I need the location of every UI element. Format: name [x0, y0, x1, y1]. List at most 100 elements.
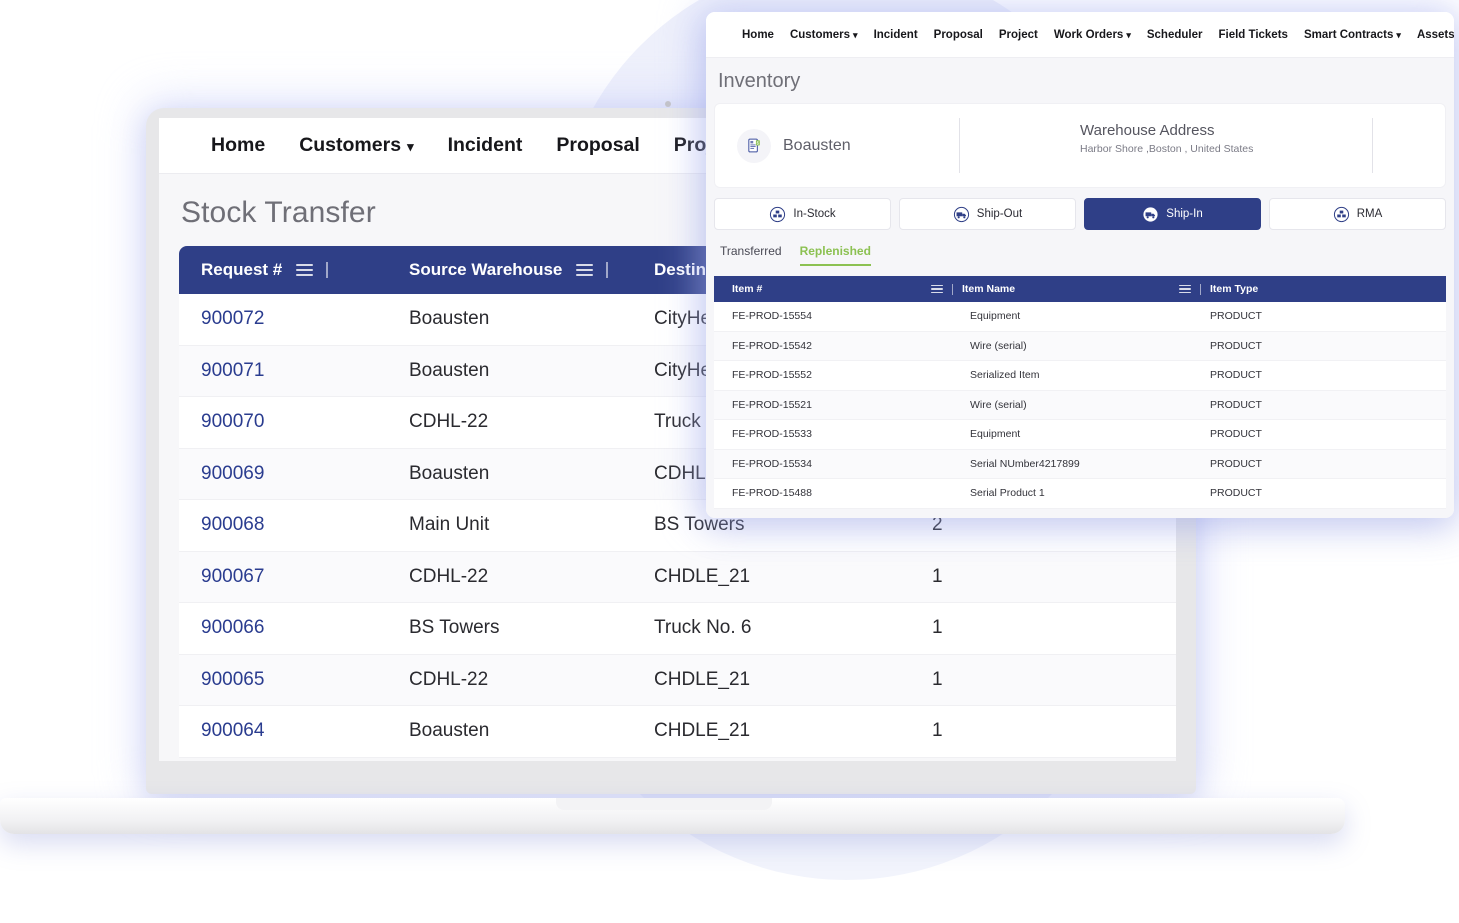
- tab-ship-out-label: Ship-Out: [976, 208, 1023, 220]
- col-header-item-type[interactable]: Item Type: [1210, 283, 1410, 295]
- bg-nav-label-1: Customers: [299, 134, 402, 156]
- col-header-source[interactable]: Source Warehouse: [409, 260, 654, 280]
- cell-item-name: Serial Product 1: [970, 487, 1045, 500]
- bg-nav-item-2[interactable]: Incident: [448, 134, 523, 157]
- cell-request[interactable]: 900065: [179, 669, 409, 691]
- inventory-tab-bar: In-Stock Ship-Out Ship-In RMA: [714, 198, 1446, 230]
- cell-request[interactable]: 900066: [179, 617, 409, 639]
- bg-nav-item-1[interactable]: Customers ▾: [299, 134, 413, 157]
- cell-source: Boausten: [409, 359, 490, 381]
- ov-nav-label-4: Project: [998, 28, 1038, 41]
- chevron-down-icon: ▾: [853, 30, 858, 40]
- cell-item-name: Wire (serial): [970, 398, 1027, 411]
- cell-source: Boausten: [409, 720, 490, 742]
- ov-nav-item-smart-contracts[interactable]: Smart Contracts ▾: [1304, 29, 1401, 41]
- column-menu-icon[interactable]: [296, 264, 314, 276]
- table-row[interactable]: FE-PROD-15488 Serial Product 1 PRODUCT: [714, 479, 1446, 509]
- tab-rma-label: RMA: [1356, 208, 1383, 220]
- cell-quantity: 1: [932, 668, 943, 690]
- tab-in-stock[interactable]: In-Stock: [714, 198, 891, 230]
- cell-quantity: 1: [932, 617, 943, 639]
- table-row[interactable]: FE-PROD-15554 Equipment PRODUCT: [714, 302, 1446, 332]
- warehouse-address-value: Harbor Shore ,Boston , United States: [1080, 143, 1254, 155]
- ov-nav-label-9: Assets: [1416, 28, 1454, 41]
- table-row[interactable]: 900066 BS Towers Truck No. 6 1: [179, 603, 1176, 655]
- col-header-item-name-label: Item Name: [962, 283, 1016, 295]
- ov-nav-item-scheduler[interactable]: Scheduler: [1147, 29, 1203, 41]
- cell-source: Boausten: [409, 462, 490, 484]
- ov-nav-item-proposal[interactable]: Proposal: [934, 29, 983, 41]
- col-header-item-type-label: Item Type: [1210, 283, 1259, 295]
- column-menu-icon[interactable]: [576, 264, 594, 276]
- table-row[interactable]: FE-PROD-15521 Wire (serial) PRODUCT: [714, 390, 1446, 420]
- bg-nav-label-3: Proposal: [556, 134, 640, 156]
- cell-item-type: PRODUCT: [1210, 398, 1262, 411]
- warehouse-address-block: Warehouse Address Harbor Shore ,Boston ,…: [960, 104, 1372, 187]
- cell-source: CDHL-22: [409, 411, 489, 433]
- cell-item-no: FE-PROD-15534: [732, 457, 812, 470]
- table-row[interactable]: FE-PROD-15552 Serialized Item PRODUCT: [714, 361, 1446, 391]
- ov-nav-item-incident[interactable]: Incident: [874, 29, 918, 41]
- ov-nav-item-work-orders[interactable]: Work Orders ▾: [1054, 29, 1131, 41]
- cell-request[interactable]: 900068: [179, 514, 409, 536]
- inventory-table-header: Item # Item Name Item Type: [714, 276, 1446, 302]
- ov-nav-label-6: Scheduler: [1146, 28, 1203, 41]
- sub-tab-replenished[interactable]: Replenished: [799, 244, 871, 266]
- column-menu-icon[interactable]: [1178, 285, 1191, 293]
- cell-request[interactable]: 900069: [179, 463, 409, 485]
- cell-quantity: 1: [932, 565, 943, 587]
- ov-nav-item-home[interactable]: Home: [742, 29, 774, 41]
- col-header-item-no[interactable]: Item #: [714, 283, 962, 295]
- ov-nav-item-assets[interactable]: Assets ▾: [1417, 29, 1454, 41]
- ov-nav-label-0: Home: [742, 28, 774, 41]
- cell-quantity: 1: [932, 720, 943, 742]
- inventory-items-table: Item # Item Name Item Type FE-PROD-15554: [714, 276, 1446, 509]
- sub-tab-transferred[interactable]: Transferred: [720, 244, 782, 266]
- chevron-down-icon: ▾: [407, 138, 414, 154]
- table-row[interactable]: FE-PROD-15533 Equipment PRODUCT: [714, 420, 1446, 450]
- table-row[interactable]: 900067 CDHL-22 CHDLE_21 1: [179, 551, 1176, 603]
- chevron-down-icon: ▾: [1396, 30, 1401, 40]
- tab-ship-in[interactable]: Ship-In: [1084, 198, 1261, 230]
- cell-request[interactable]: 900067: [179, 566, 409, 588]
- overlay-page-title: Inventory: [718, 70, 801, 92]
- col-header-item-name[interactable]: Item Name: [962, 283, 1210, 295]
- overlay-navbar: Home Customers ▾ Incident Proposal Proje…: [706, 12, 1454, 58]
- cell-item-no: FE-PROD-15542: [732, 339, 812, 352]
- warehouse-card-spacer: [1373, 104, 1445, 187]
- col-header-request[interactable]: Request #: [179, 260, 409, 280]
- cell-source: CDHL-22: [409, 668, 489, 690]
- tab-rma[interactable]: RMA: [1269, 198, 1446, 230]
- table-row[interactable]: 900064 Boausten CHDLE_21 1: [179, 706, 1176, 758]
- table-row[interactable]: FE-PROD-15542 Wire (serial) PRODUCT: [714, 331, 1446, 361]
- overlay-page-body: Inventory $ Boausten Warehouse Address H…: [706, 58, 1454, 518]
- cell-item-no: FE-PROD-15533: [732, 428, 812, 441]
- cell-source: Main Unit: [409, 514, 490, 536]
- cell-request[interactable]: 900071: [179, 360, 409, 382]
- cell-item-name: Wire (serial): [970, 339, 1027, 352]
- cell-destination: CHDLE_21: [654, 565, 751, 587]
- cell-item-no: FE-PROD-15552: [732, 369, 812, 382]
- ov-nav-item-project[interactable]: Project: [999, 29, 1038, 41]
- boxes-icon: [1333, 206, 1350, 223]
- bg-nav-item-0[interactable]: Home: [211, 134, 265, 157]
- table-row[interactable]: FE-PROD-15534 Serial NUmber4217899 PRODU…: [714, 449, 1446, 479]
- ov-nav-item-customers[interactable]: Customers ▾: [790, 29, 858, 41]
- column-menu-icon[interactable]: [930, 285, 943, 293]
- bg-nav-item-3[interactable]: Proposal: [556, 134, 639, 157]
- cell-item-no: FE-PROD-15521: [732, 398, 812, 411]
- col-header-item-no-label: Item #: [732, 283, 763, 295]
- cell-request[interactable]: 900072: [179, 308, 409, 330]
- cell-request[interactable]: 900070: [179, 411, 409, 433]
- column-divider: [951, 283, 953, 295]
- ov-nav-item-field-tickets[interactable]: Field Tickets: [1218, 29, 1287, 41]
- ov-nav-label-8: Smart Contracts: [1303, 28, 1394, 41]
- truck-in-icon: [1142, 206, 1159, 223]
- ov-nav-label-5: Work Orders: [1053, 28, 1124, 41]
- cell-request[interactable]: 900064: [179, 720, 409, 742]
- cell-item-type: PRODUCT: [1210, 369, 1262, 382]
- tab-ship-out[interactable]: Ship-Out: [899, 198, 1076, 230]
- cell-source: CDHL-22: [409, 565, 489, 587]
- column-divider: [606, 262, 608, 278]
- table-row[interactable]: 900065 CDHL-22 CHDLE_21 1: [179, 654, 1176, 706]
